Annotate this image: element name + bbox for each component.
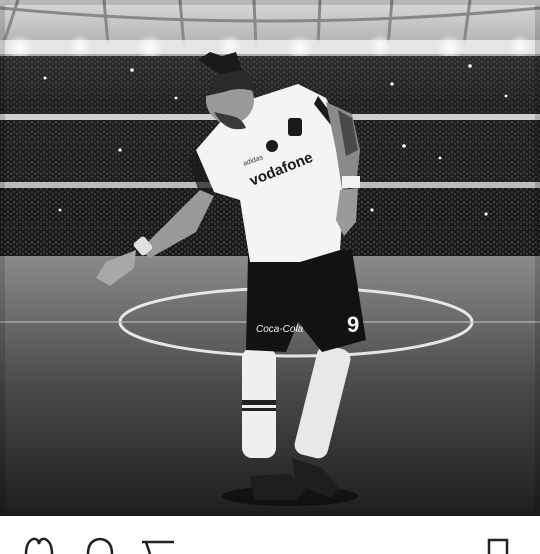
bookmark-icon[interactable] [486,534,510,554]
post-photo[interactable]: 9 Coca-Cola adidas vodafone [0,0,540,516]
heart-icon[interactable] [22,534,56,554]
post-action-bar [0,516,540,554]
comment-icon[interactable] [86,534,114,554]
share-icon[interactable] [140,534,176,554]
shorts-number: 9 [347,312,359,337]
crest [288,118,302,136]
shorts-sponsor: Coca-Cola [256,324,304,335]
